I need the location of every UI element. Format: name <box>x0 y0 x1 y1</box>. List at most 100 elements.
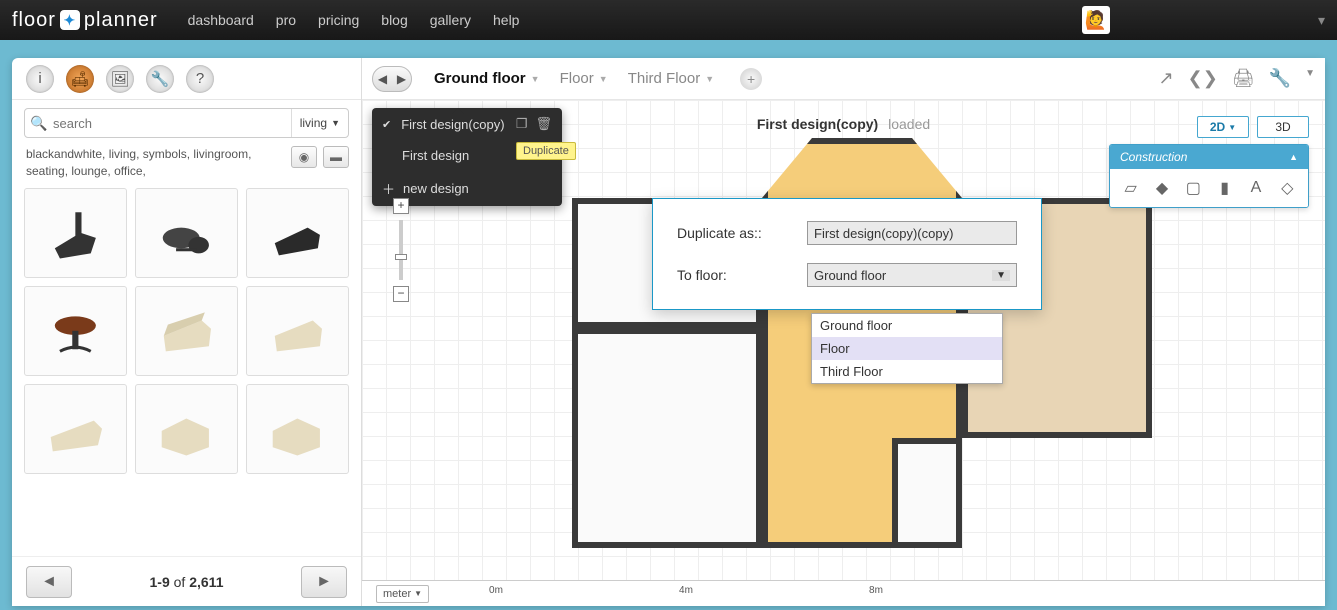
pager-text: 1-9 of 2,611 <box>150 574 224 590</box>
nav-help[interactable]: help <box>493 12 519 28</box>
tools-icon[interactable]: 🔧 <box>146 65 174 93</box>
plus-icon: ＋ <box>382 179 395 198</box>
list-item[interactable] <box>246 188 349 278</box>
list-item[interactable] <box>246 384 349 474</box>
floor-tool-icon[interactable]: ◆ <box>1149 175 1174 201</box>
view-2d-icon[interactable]: ▬ <box>323 146 349 168</box>
thumbnail-grid <box>12 188 361 474</box>
construction-panel: Construction ▲ ▱ ◆ ▢ ▮ A ◇ <box>1109 144 1309 208</box>
nav-pro[interactable]: pro <box>276 12 296 28</box>
workspace: i 🛋 🖼 🔧 ? 🔍 living ▼ blackandwhite, livi… <box>12 58 1325 606</box>
list-item[interactable] <box>246 286 349 376</box>
list-item[interactable] <box>24 286 127 376</box>
list-item[interactable] <box>24 384 127 474</box>
zoom-out-button[interactable]: − <box>393 286 409 302</box>
search-bar: 🔍 living ▼ <box>24 108 349 138</box>
chevron-down-icon: ▼ <box>992 270 1010 281</box>
tooltip-duplicate: Duplicate <box>516 142 576 160</box>
collapse-icon[interactable]: ▲ <box>1289 152 1298 162</box>
logo-text-right: planner <box>84 9 158 32</box>
info-icon[interactable]: i <box>26 65 54 93</box>
logo-text-left: floor <box>12 9 56 32</box>
nav-dashboard[interactable]: dashboard <box>188 12 254 28</box>
duplicate-name-input[interactable] <box>807 221 1017 245</box>
list-item[interactable] <box>135 384 238 474</box>
zoom-in-button[interactable]: + <box>393 198 409 214</box>
zoom-track[interactable] <box>399 220 403 280</box>
search-input[interactable] <box>53 116 291 131</box>
construction-header[interactable]: Construction ▲ <box>1110 145 1308 169</box>
user-area[interactable]: 🙋 ▾ <box>1082 6 1325 34</box>
avatar[interactable]: 🙋 <box>1082 6 1110 34</box>
canvas-tools: ↗ ❮❯ 🖨 🔧 ▼ <box>1159 68 1315 89</box>
dimension-tool-icon[interactable]: ◇ <box>1275 175 1300 201</box>
history-nav: ◀ ▶ <box>372 66 412 92</box>
duplicate-icon[interactable]: ❐ <box>516 116 528 132</box>
floor-option[interactable]: Ground floor <box>812 314 1002 337</box>
chevron-down-icon[interactable]: ▼ <box>531 74 540 84</box>
floor-tabs: Ground floor▼ Floor▼ Third Floor▼ + <box>434 68 762 90</box>
list-item[interactable] <box>135 286 238 376</box>
zoom-control: + − <box>392 198 410 302</box>
next-page-button[interactable]: ► <box>301 566 347 598</box>
pager-total: 2,611 <box>189 574 223 590</box>
app-logo[interactable]: floor ✦ planner <box>12 9 158 32</box>
nav-gallery[interactable]: gallery <box>430 12 471 28</box>
design-item-current[interactable]: First design(copy) ❐ 🗑 <box>372 108 562 140</box>
pager: ◄ 1-9 of 2,611 ► <box>12 556 361 606</box>
top-nav: floor ✦ planner dashboard pro pricing bl… <box>0 0 1337 40</box>
search-filter[interactable]: living ▼ <box>291 109 348 137</box>
furniture-icon[interactable]: 🛋 <box>66 65 94 93</box>
duplicate-floor-label: To floor: <box>677 267 797 283</box>
undo-button[interactable]: ◀ <box>373 67 392 91</box>
wall-tool-icon[interactable]: ▱ <box>1118 175 1143 201</box>
print-icon[interactable]: 🖨 <box>1232 68 1255 89</box>
ruler-horizontal: meter▼ 0m 4m 8m <box>362 580 1325 606</box>
view-2d-button[interactable]: 2D ▼ <box>1197 116 1249 138</box>
door-tool-icon[interactable]: ▮ <box>1212 175 1237 201</box>
pager-range: 1-9 <box>150 574 170 590</box>
chevron-down-icon: ▼ <box>331 118 340 128</box>
share-icon[interactable]: ❮❯ <box>1188 68 1218 89</box>
list-item[interactable] <box>24 188 127 278</box>
floor-select[interactable]: Ground floor ▼ <box>807 263 1017 287</box>
ruler-unit-select[interactable]: meter▼ <box>376 585 429 603</box>
design-status: loaded <box>888 116 930 132</box>
list-item[interactable] <box>135 188 238 278</box>
view-3d-button[interactable]: 3D <box>1257 116 1309 138</box>
filter-label: living <box>300 116 327 130</box>
tab-third-floor[interactable]: Third Floor▼ <box>628 68 714 90</box>
duplicate-name-label: Duplicate as:: <box>677 225 797 241</box>
chevron-down-icon[interactable]: ▼ <box>599 74 608 84</box>
zoom-thumb[interactable] <box>395 254 407 260</box>
floor-option[interactable]: Third Floor <box>812 360 1002 383</box>
duplicate-dialog: Duplicate as:: To floor: Ground floor ▼ … <box>652 198 1042 310</box>
export-icon[interactable]: ↗ <box>1159 68 1174 89</box>
redo-button[interactable]: ▶ <box>392 67 411 91</box>
design-title: First design(copy) loaded <box>757 116 930 132</box>
text-tool-icon[interactable]: A <box>1243 175 1268 201</box>
chevron-down-icon[interactable]: ▼ <box>705 74 714 84</box>
delete-icon[interactable]: 🗑 <box>535 116 552 132</box>
view-3d-icon[interactable]: ◉ <box>291 146 317 168</box>
add-floor-button[interactable]: + <box>740 68 762 90</box>
pager-of: of <box>174 574 186 590</box>
user-menu-caret[interactable]: ▾ <box>1318 12 1325 29</box>
tag-list[interactable]: blackandwhite, living, symbols, livingro… <box>12 142 291 188</box>
canvas-area: ◀ ▶ Ground floor▼ Floor▼ Third Floor▼ + … <box>362 58 1325 606</box>
window-tool-icon[interactable]: ▢ <box>1181 175 1206 201</box>
view-toggle: 2D ▼ 3D <box>1197 116 1309 138</box>
floor-select-list: Ground floor Floor Third Floor <box>811 313 1003 384</box>
help-icon[interactable]: ? <box>186 65 214 93</box>
chevron-down-icon[interactable]: ▼ <box>1305 68 1315 89</box>
nav-blog[interactable]: blog <box>381 12 407 28</box>
tab-floor[interactable]: Floor▼ <box>560 68 608 90</box>
nav-pricing[interactable]: pricing <box>318 12 359 28</box>
photo-icon[interactable]: 🖼 <box>106 65 134 93</box>
settings-icon[interactable]: 🔧 <box>1269 68 1291 89</box>
logo-icon: ✦ <box>60 10 80 30</box>
floor-option[interactable]: Floor <box>812 337 1002 360</box>
library-toolbar: i 🛋 🖼 🔧 ? <box>12 58 361 100</box>
prev-page-button[interactable]: ◄ <box>26 566 72 598</box>
tab-ground-floor[interactable]: Ground floor▼ <box>434 68 540 90</box>
